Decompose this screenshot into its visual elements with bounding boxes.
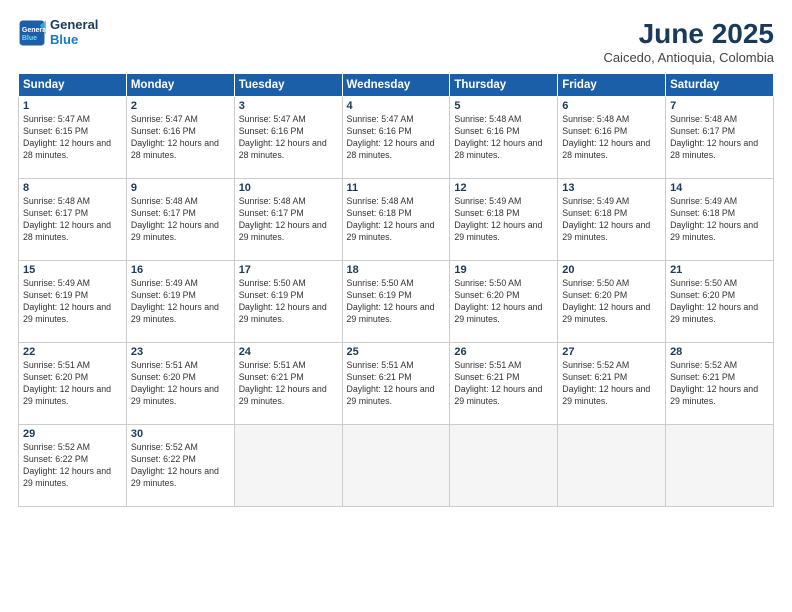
week-row: 1Sunrise: 5:47 AMSunset: 6:15 PMDaylight…: [19, 97, 774, 179]
table-row: 26Sunrise: 5:51 AMSunset: 6:21 PMDayligh…: [450, 343, 558, 425]
page: General Blue General Blue June 2025 Caic…: [0, 0, 792, 612]
week-row: 8Sunrise: 5:48 AMSunset: 6:17 PMDaylight…: [19, 179, 774, 261]
table-row: 27Sunrise: 5:52 AMSunset: 6:21 PMDayligh…: [558, 343, 666, 425]
table-row: 9Sunrise: 5:48 AMSunset: 6:17 PMDaylight…: [126, 179, 234, 261]
table-row: [450, 425, 558, 507]
table-row: 22Sunrise: 5:51 AMSunset: 6:20 PMDayligh…: [19, 343, 127, 425]
table-row: [234, 425, 342, 507]
calendar-table: Sunday Monday Tuesday Wednesday Thursday…: [18, 73, 774, 507]
svg-text:General: General: [22, 27, 46, 34]
table-row: 17Sunrise: 5:50 AMSunset: 6:19 PMDayligh…: [234, 261, 342, 343]
table-row: 1Sunrise: 5:47 AMSunset: 6:15 PMDaylight…: [19, 97, 127, 179]
table-row: 13Sunrise: 5:49 AMSunset: 6:18 PMDayligh…: [558, 179, 666, 261]
col-thursday: Thursday: [450, 74, 558, 97]
table-row: 29Sunrise: 5:52 AMSunset: 6:22 PMDayligh…: [19, 425, 127, 507]
col-friday: Friday: [558, 74, 666, 97]
logo: General Blue General Blue: [18, 18, 98, 48]
header: General Blue General Blue June 2025 Caic…: [18, 18, 774, 65]
table-row: 8Sunrise: 5:48 AMSunset: 6:17 PMDaylight…: [19, 179, 127, 261]
table-row: 18Sunrise: 5:50 AMSunset: 6:19 PMDayligh…: [342, 261, 450, 343]
month-title: June 2025: [603, 18, 774, 50]
table-row: 28Sunrise: 5:52 AMSunset: 6:21 PMDayligh…: [666, 343, 774, 425]
table-row: 24Sunrise: 5:51 AMSunset: 6:21 PMDayligh…: [234, 343, 342, 425]
col-saturday: Saturday: [666, 74, 774, 97]
col-monday: Monday: [126, 74, 234, 97]
table-row: 7Sunrise: 5:48 AMSunset: 6:17 PMDaylight…: [666, 97, 774, 179]
col-tuesday: Tuesday: [234, 74, 342, 97]
table-row: 12Sunrise: 5:49 AMSunset: 6:18 PMDayligh…: [450, 179, 558, 261]
logo-general: General: [50, 18, 98, 33]
table-row: 23Sunrise: 5:51 AMSunset: 6:20 PMDayligh…: [126, 343, 234, 425]
logo-icon: General Blue: [18, 19, 46, 47]
week-row: 29Sunrise: 5:52 AMSunset: 6:22 PMDayligh…: [19, 425, 774, 507]
svg-text:Blue: Blue: [22, 35, 37, 42]
table-row: 15Sunrise: 5:49 AMSunset: 6:19 PMDayligh…: [19, 261, 127, 343]
logo-blue: Blue: [50, 33, 98, 48]
col-wednesday: Wednesday: [342, 74, 450, 97]
header-row: Sunday Monday Tuesday Wednesday Thursday…: [19, 74, 774, 97]
table-row: 16Sunrise: 5:49 AMSunset: 6:19 PMDayligh…: [126, 261, 234, 343]
table-row: [666, 425, 774, 507]
table-row: 11Sunrise: 5:48 AMSunset: 6:18 PMDayligh…: [342, 179, 450, 261]
table-row: 14Sunrise: 5:49 AMSunset: 6:18 PMDayligh…: [666, 179, 774, 261]
title-block: June 2025 Caicedo, Antioquia, Colombia: [603, 18, 774, 65]
table-row: 10Sunrise: 5:48 AMSunset: 6:17 PMDayligh…: [234, 179, 342, 261]
table-row: [558, 425, 666, 507]
week-row: 22Sunrise: 5:51 AMSunset: 6:20 PMDayligh…: [19, 343, 774, 425]
col-sunday: Sunday: [19, 74, 127, 97]
week-row: 15Sunrise: 5:49 AMSunset: 6:19 PMDayligh…: [19, 261, 774, 343]
table-row: [342, 425, 450, 507]
table-row: 4Sunrise: 5:47 AMSunset: 6:16 PMDaylight…: [342, 97, 450, 179]
table-row: 21Sunrise: 5:50 AMSunset: 6:20 PMDayligh…: [666, 261, 774, 343]
table-row: 19Sunrise: 5:50 AMSunset: 6:20 PMDayligh…: [450, 261, 558, 343]
table-row: 6Sunrise: 5:48 AMSunset: 6:16 PMDaylight…: [558, 97, 666, 179]
location: Caicedo, Antioquia, Colombia: [603, 50, 774, 65]
table-row: 3Sunrise: 5:47 AMSunset: 6:16 PMDaylight…: [234, 97, 342, 179]
table-row: 2Sunrise: 5:47 AMSunset: 6:16 PMDaylight…: [126, 97, 234, 179]
table-row: 20Sunrise: 5:50 AMSunset: 6:20 PMDayligh…: [558, 261, 666, 343]
table-row: 5Sunrise: 5:48 AMSunset: 6:16 PMDaylight…: [450, 97, 558, 179]
table-row: 30Sunrise: 5:52 AMSunset: 6:22 PMDayligh…: [126, 425, 234, 507]
table-row: 25Sunrise: 5:51 AMSunset: 6:21 PMDayligh…: [342, 343, 450, 425]
